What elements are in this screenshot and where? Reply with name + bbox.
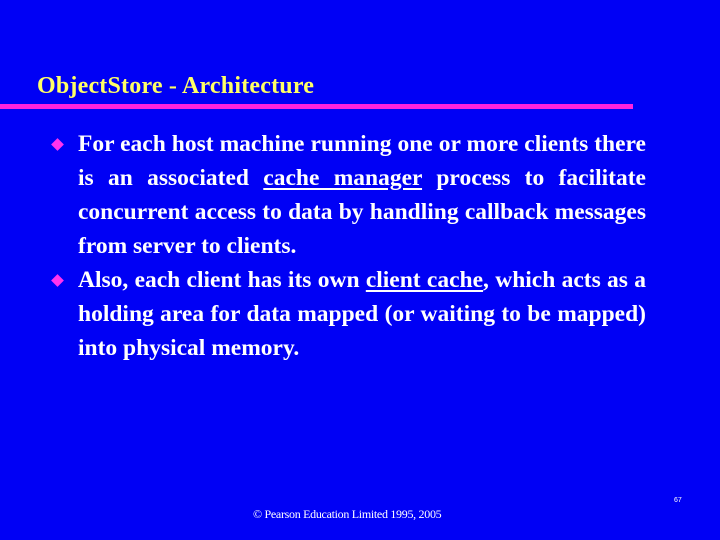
page-number: 67	[674, 497, 682, 504]
title-divider	[0, 104, 633, 109]
underlined-term-client-cache: client cache	[365, 267, 484, 293]
diamond-bullet-icon	[51, 138, 64, 151]
diamond-bullet-icon	[51, 274, 64, 287]
bullet-item: Also, each client has its own client cac…	[48, 263, 646, 365]
bullet-text-part: Also, each client has its own	[78, 267, 366, 293]
bullet-item: For each host machine running one or mor…	[48, 127, 646, 263]
copyright-footer: © Pearson Education Limited 1995, 2005	[253, 507, 442, 521]
bullet-list: For each host machine running one or mor…	[48, 127, 646, 365]
underlined-term-cache-manager: cache manager	[263, 165, 423, 191]
slide-title: ObjectStore - Architecture	[37, 73, 315, 99]
